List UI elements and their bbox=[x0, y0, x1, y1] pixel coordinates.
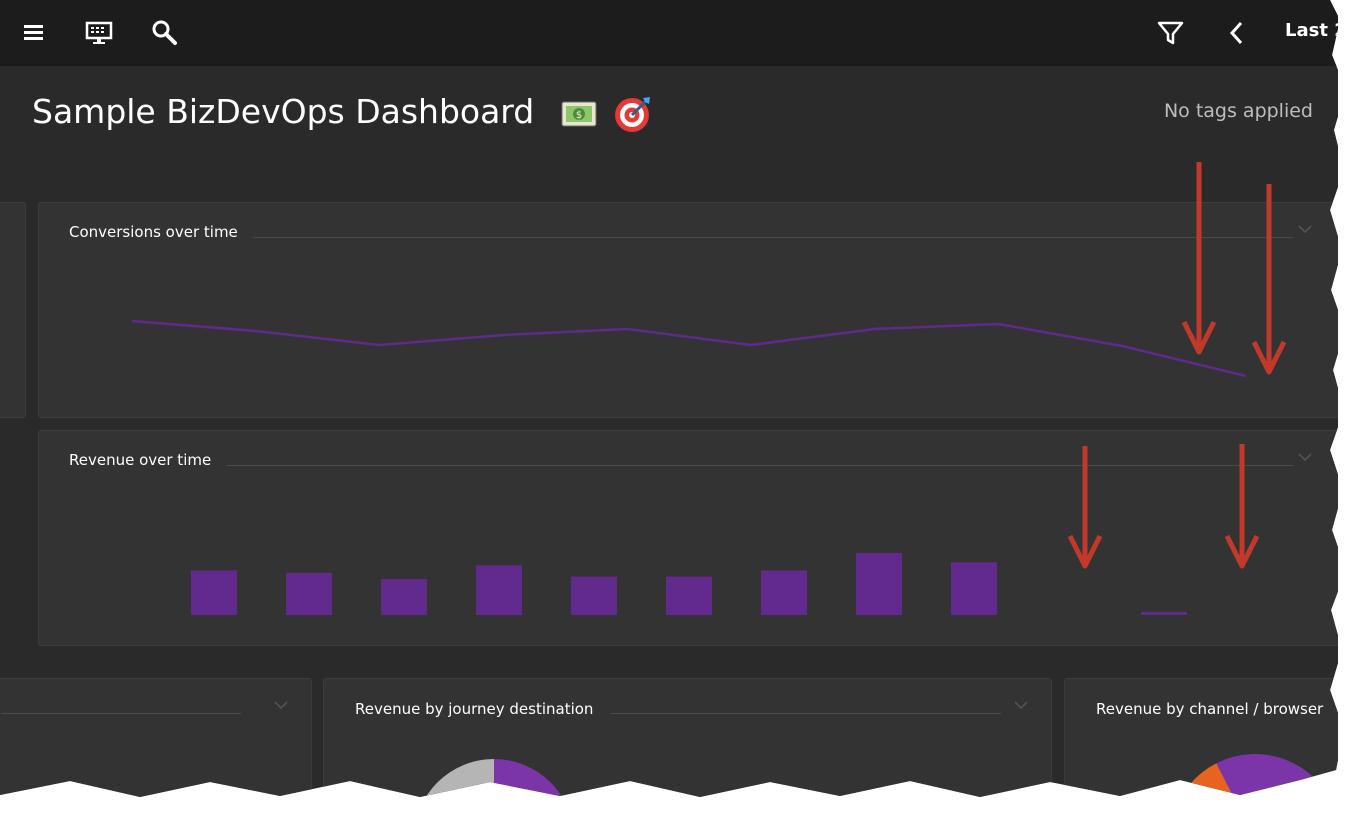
dashboard-window: Last 2 Sample BizDevOps Dashboard $ No t… bbox=[0, 0, 1338, 797]
annotation-arrows bbox=[1067, 162, 1287, 569]
